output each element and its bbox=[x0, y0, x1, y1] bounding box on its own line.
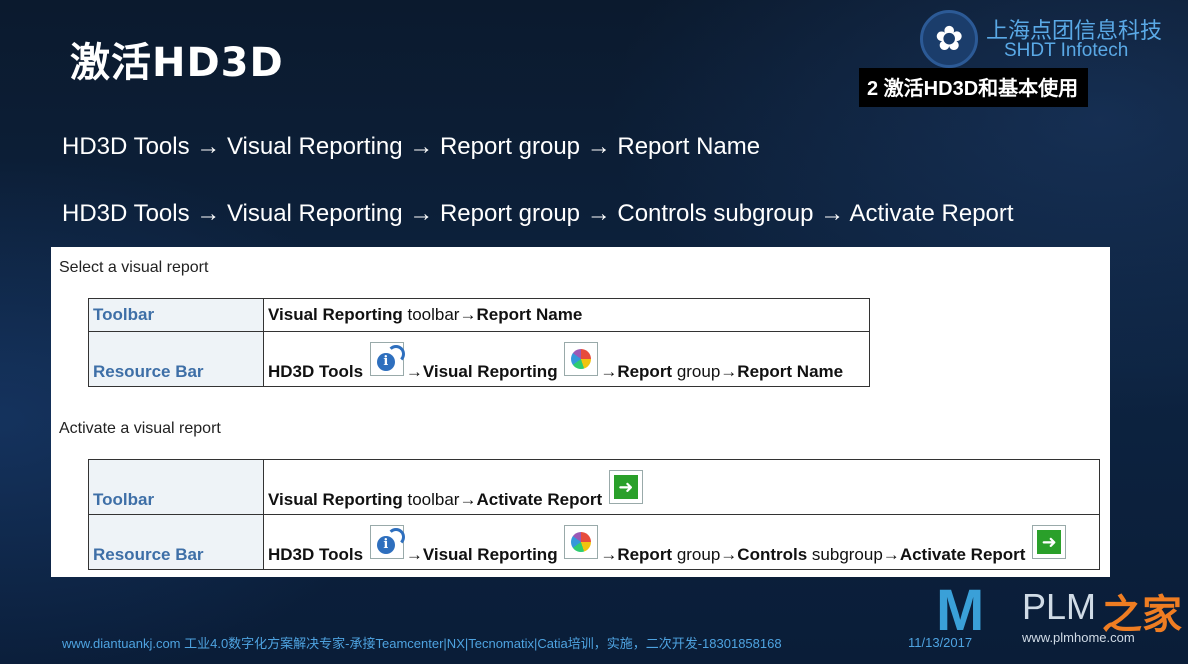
menu-path-select: HD3D Tools → Visual Reporting → Report g… bbox=[62, 133, 761, 160]
logo-company-en: SHDT Infotech bbox=[1004, 40, 1129, 61]
group-text: group→ bbox=[672, 545, 738, 564]
doc-screenshot-panel: Select a visual report Toolbar Visual Re… bbox=[51, 247, 1110, 577]
company-logo: ✿ 上海点团信息科技 SHDT Infotech bbox=[920, 10, 1162, 70]
logo-emblem: ✿ bbox=[920, 10, 978, 68]
toolbar-text: toolbar→ bbox=[402, 305, 477, 324]
row-label-resource-bar: Resource Bar bbox=[88, 514, 264, 570]
activate-report-table: Toolbar Visual Reporting toolbar→Activat… bbox=[88, 459, 1100, 570]
row-label-toolbar: Toolbar bbox=[88, 298, 264, 332]
visual-reporting-icon bbox=[564, 342, 599, 376]
activate-report-icon: ➜ bbox=[608, 470, 643, 504]
group-text: group→ bbox=[672, 362, 738, 381]
flower-icon: ✿ bbox=[935, 20, 964, 58]
visual-reporting-text: Visual Reporting bbox=[268, 490, 403, 509]
toolbar-path-cell: Visual Reporting toolbar→Activate Report… bbox=[263, 459, 1100, 515]
slide-title: 激活HD3D bbox=[70, 40, 284, 86]
visual-reporting-text: →Visual Reporting bbox=[405, 362, 558, 381]
select-heading: Select a visual report bbox=[59, 259, 209, 276]
visual-reporting-text: Visual Reporting bbox=[268, 305, 403, 324]
subgroup-text: subgroup→ bbox=[807, 545, 900, 564]
resource-bar-path-cell: HD3D Tools i →Visual Reporting →Report gr… bbox=[263, 331, 870, 387]
plm-logo-url: www.plmhome.com bbox=[1022, 630, 1135, 645]
table-row: Resource Bar HD3D Tools i →Visual Reporti… bbox=[88, 514, 1100, 570]
row-label-toolbar: Toolbar bbox=[88, 459, 264, 515]
plm-home-logo: M PLM 之家 www.plmhome.com bbox=[936, 580, 1186, 650]
report-text: →Report bbox=[600, 545, 673, 564]
menu-path-activate: HD3D Tools → Visual Reporting → Report g… bbox=[62, 200, 1014, 227]
activate-report-text: Activate Report bbox=[899, 545, 1026, 564]
table-row: Toolbar Visual Reporting toolbar→Activat… bbox=[88, 459, 1100, 515]
hd3d-tools-text: HD3D Tools bbox=[268, 362, 364, 381]
plm-logo-text: PLM bbox=[1022, 586, 1097, 627]
table-row: Toolbar Visual Reporting toolbar→Report … bbox=[88, 298, 870, 332]
toolbar-text: toolbar→ bbox=[402, 490, 477, 509]
report-text: →Report bbox=[600, 362, 673, 381]
footer-text: www.diantuankj.com 工业4.0数字化方案解决专家-承接Team… bbox=[62, 636, 782, 651]
activate-report-text: Activate Report bbox=[476, 490, 603, 509]
report-name-text: Report Name bbox=[476, 305, 583, 324]
controls-text: Controls bbox=[737, 545, 808, 564]
report-name-text: Report Name bbox=[737, 362, 844, 381]
row-label-resource-bar: Resource Bar bbox=[88, 331, 264, 387]
visual-reporting-icon bbox=[564, 525, 599, 559]
visual-reporting-text: →Visual Reporting bbox=[405, 545, 558, 564]
plm-m-icon: M bbox=[936, 578, 985, 643]
activate-heading: Activate a visual report bbox=[59, 420, 221, 437]
toolbar-path-cell: Visual Reporting toolbar→Report Name bbox=[263, 298, 870, 332]
select-report-table: Toolbar Visual Reporting toolbar→Report … bbox=[88, 298, 870, 387]
resource-bar-path-cell: HD3D Tools i →Visual Reporting →Report gr… bbox=[263, 514, 1100, 570]
table-row: Resource Bar HD3D Tools i →Visual Reporti… bbox=[88, 331, 870, 387]
hd3d-tools-icon: i bbox=[369, 342, 405, 376]
section-tag: 2 激活HD3D和基本使用 bbox=[859, 68, 1089, 107]
hd3d-tools-text: HD3D Tools bbox=[268, 545, 364, 564]
activate-report-icon: ➜ bbox=[1032, 525, 1067, 559]
footer-date: 11/13/2017 bbox=[908, 635, 973, 650]
hd3d-tools-icon: i bbox=[369, 525, 405, 559]
